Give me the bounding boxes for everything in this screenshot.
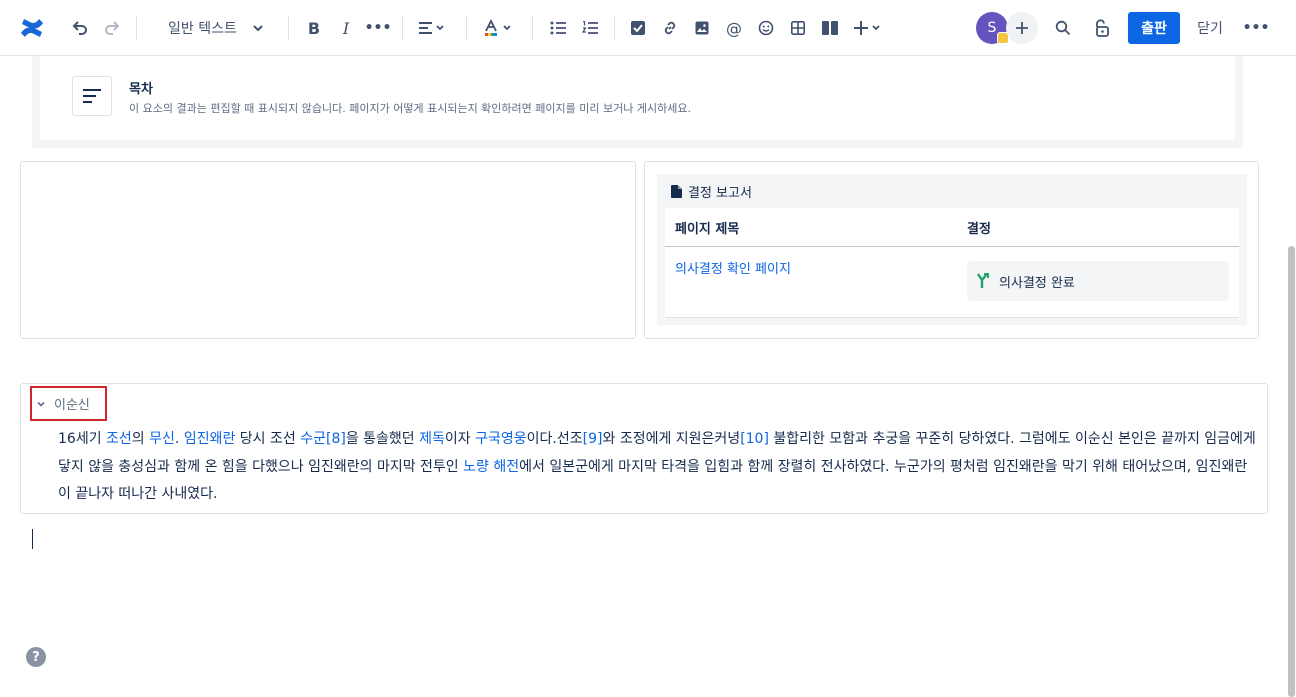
toc-icon xyxy=(72,76,112,116)
layout-column-right[interactable]: 결정 보고서 페이지 제목 결정 의사결정 확인 페이지 의사결정 완료 xyxy=(644,161,1259,339)
publish-button[interactable]: 출판 xyxy=(1128,12,1180,44)
undo-icon[interactable] xyxy=(66,14,94,42)
mention-icon[interactable]: @ xyxy=(720,14,748,42)
toolbar-divider xyxy=(402,16,403,40)
decision-report-table: 페이지 제목 결정 의사결정 확인 페이지 의사결정 완료 xyxy=(665,208,1239,318)
search-icon[interactable] xyxy=(1050,14,1076,42)
expand-content[interactable]: 16세기 조선의 무신. 임진왜란 당시 조선 수군[8]을 통솔했던 제독이자… xyxy=(58,426,1258,509)
text-style-label: 일반 텍스트 xyxy=(168,21,237,37)
inline-link[interactable]: 구국영웅 xyxy=(475,431,527,447)
expand-macro: 이순신 16세기 조선의 무신. 임진왜란 당시 조선 수군[8]을 통솔했던 … xyxy=(20,383,1268,514)
more-options-icon[interactable]: ••• xyxy=(1242,14,1270,42)
inline-link[interactable]: 임진왜란 xyxy=(184,431,236,447)
toolbar-divider xyxy=(136,16,137,40)
toolbar-divider xyxy=(288,16,289,40)
decision-branch-icon xyxy=(977,273,989,288)
toolbar-divider xyxy=(466,16,467,40)
toolbar-divider xyxy=(532,16,533,40)
toc-macro[interactable]: 목차 이 요소의 결과는 편집할 때 표시되지 않습니다. 페이지가 어떻게 표… xyxy=(32,56,1243,148)
body-text: 을 통솔했던 xyxy=(345,431,420,447)
text-color-icon[interactable] xyxy=(478,14,518,42)
toc-title: 목차 xyxy=(129,82,153,97)
inline-link[interactable]: 제독 xyxy=(419,431,445,447)
expand-toggle[interactable]: 이순신 xyxy=(30,386,107,421)
inline-link[interactable]: [10] xyxy=(740,431,769,447)
unlock-icon[interactable] xyxy=(1088,14,1114,42)
task-checkbox-icon[interactable] xyxy=(624,14,652,42)
add-collaborator-button[interactable] xyxy=(1006,12,1038,44)
body-text: 의 xyxy=(131,431,150,447)
decision-report-title: 결정 보고서 xyxy=(688,186,752,201)
numbered-list-icon[interactable] xyxy=(576,14,604,42)
body-text: 16세기 xyxy=(58,431,107,447)
decision-status: 의사결정 완료 xyxy=(967,261,1229,301)
text-cursor xyxy=(32,529,33,549)
body-text: 와 조정에게 지원은커녕 xyxy=(602,431,741,447)
bullet-list-icon[interactable] xyxy=(544,14,572,42)
redo-icon[interactable] xyxy=(98,14,126,42)
help-icon[interactable]: ? xyxy=(26,647,46,667)
layout-column-left[interactable] xyxy=(20,161,636,339)
column-header-decision: 결정 xyxy=(967,222,991,237)
toc-description: 이 요소의 결과는 편집할 때 표시되지 않습니다. 페이지가 어떻게 표시되는… xyxy=(129,102,691,115)
column-header-page-title: 페이지 제목 xyxy=(675,222,740,237)
image-icon[interactable] xyxy=(688,14,716,42)
editor-toolbar: 일반 텍스트 B I ••• @ S 출판 닫기 ••• xyxy=(0,0,1296,56)
scrollbar-thumb[interactable] xyxy=(1288,246,1295,697)
inline-link[interactable]: [9] xyxy=(583,431,603,447)
more-formatting-icon[interactable]: ••• xyxy=(364,14,392,42)
inline-link[interactable]: 수군 xyxy=(300,431,326,447)
link-icon[interactable] xyxy=(656,14,684,42)
decision-status-label: 의사결정 완료 xyxy=(999,275,1075,291)
inline-link[interactable]: 무신 xyxy=(149,431,175,447)
alignment-icon[interactable] xyxy=(414,14,450,42)
body-text: 당시 조선 xyxy=(235,431,301,447)
expand-title: 이순신 xyxy=(54,398,90,413)
bold-icon[interactable]: B xyxy=(300,14,328,42)
close-button[interactable]: 닫기 xyxy=(1190,12,1230,44)
toc-macro-body: 목차 이 요소의 결과는 편집할 때 표시되지 않습니다. 페이지가 어떻게 표… xyxy=(40,56,1235,140)
emoji-icon[interactable] xyxy=(752,14,780,42)
body-text: 이자 xyxy=(444,431,476,447)
decision-report-macro[interactable]: 결정 보고서 페이지 제목 결정 의사결정 확인 페이지 의사결정 완료 xyxy=(657,174,1247,325)
italic-icon[interactable]: I xyxy=(332,14,360,42)
inline-link[interactable]: 노량 해전 xyxy=(463,459,519,475)
inline-link[interactable]: 조선 xyxy=(106,431,132,447)
text-style-dropdown[interactable]: 일반 텍스트 xyxy=(160,14,272,42)
inline-link[interactable]: [8] xyxy=(326,431,346,447)
header-divider xyxy=(665,246,1239,247)
page-title-link[interactable]: 의사결정 확인 페이지 xyxy=(675,258,791,277)
confluence-logo-icon[interactable] xyxy=(16,14,48,42)
plus-icon xyxy=(1016,22,1028,34)
decision-report-header: 결정 보고서 xyxy=(671,182,752,201)
body-text: . xyxy=(174,431,184,447)
document-icon xyxy=(671,185,682,198)
chevron-down-icon xyxy=(253,25,263,32)
table-icon[interactable] xyxy=(784,14,812,42)
insert-more-icon[interactable] xyxy=(850,14,886,42)
toolbar-divider xyxy=(614,16,615,40)
layout-icon[interactable] xyxy=(816,14,844,42)
table-bottom-border xyxy=(665,317,1239,318)
body-text: 이다.선조 xyxy=(526,431,583,447)
chevron-down-icon xyxy=(37,401,45,407)
